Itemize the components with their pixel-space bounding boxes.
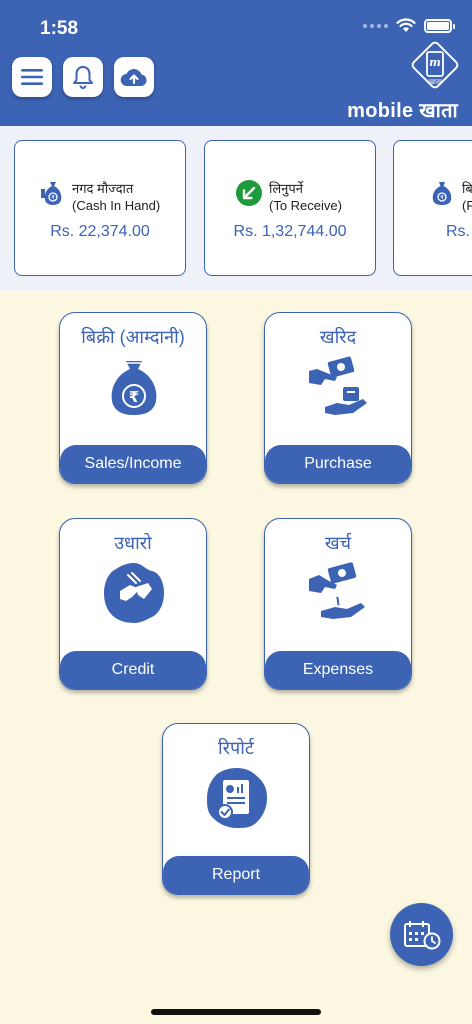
- report-tile[interactable]: रिपोर्ट Report: [162, 723, 310, 895]
- card-amount: Rs. 1,32,744.00: [233, 223, 347, 240]
- home-indicator: [151, 1009, 321, 1015]
- signal-icon: [363, 23, 388, 28]
- tile-label: Sales/Income: [60, 445, 206, 483]
- money-bag-rupee-icon: ₹: [111, 361, 157, 415]
- cloud-upload-button[interactable]: [114, 57, 154, 97]
- sales-income-tile[interactable]: बिक्री (आम्दानी) ₹ Sales/Income: [59, 312, 207, 484]
- hamburger-icon: [21, 69, 43, 85]
- svg-text:m: m: [429, 56, 441, 69]
- report-document-icon: [207, 768, 267, 828]
- svg-text:₹: ₹: [51, 195, 55, 202]
- card-label-np: लिनुपर्ने: [269, 181, 303, 196]
- to-receive-card[interactable]: लिनुपर्ने (To Receive) Rs. 1,32,744.00: [204, 140, 376, 276]
- tile-title-np: बिक्री (आम्दानी): [81, 327, 185, 347]
- card-label-np: नगद मौज्दात: [72, 181, 134, 196]
- svg-text:₹: ₹: [440, 195, 444, 202]
- card-amount: Rs.: [446, 223, 470, 240]
- card-label-en: (F: [462, 198, 472, 213]
- bell-icon: [73, 66, 93, 89]
- calendar-schedule-button[interactable]: [390, 903, 453, 966]
- wifi-icon: [396, 18, 416, 32]
- cloud-upload-icon: [120, 69, 147, 87]
- notifications-button[interactable]: [63, 57, 103, 97]
- tile-label: Report: [163, 856, 309, 894]
- tile-title-np: उधारो: [114, 533, 152, 553]
- money-bag-icon: ₹: [432, 182, 452, 205]
- status-time: 1:58: [40, 18, 79, 39]
- menu-button[interactable]: [12, 57, 52, 97]
- calendar-clock-icon: [403, 920, 440, 949]
- tile-title-np: खरिद: [319, 327, 357, 347]
- summary-card-partial[interactable]: ₹ बि (F Rs.: [393, 140, 472, 276]
- status-icons: [363, 18, 455, 33]
- tile-label: Expenses: [265, 651, 411, 689]
- tile-title-np: खर्च: [324, 533, 352, 553]
- purchase-exchange-icon: [309, 356, 367, 415]
- purchase-tile[interactable]: खरिद Purchase: [264, 312, 412, 484]
- arrow-down-left-icon: [236, 180, 262, 206]
- credit-tile[interactable]: उधारो Credit: [59, 518, 207, 690]
- summary-strip[interactable]: ₹ नगद मौज्दात (Cash In Hand) Rs. 22,374.…: [0, 126, 472, 291]
- card-label-np: बि: [462, 181, 472, 196]
- tile-label: Credit: [60, 651, 206, 689]
- brand-logo: m खाता: [410, 40, 460, 90]
- card-amount: Rs. 22,374.00: [50, 223, 150, 240]
- expenses-tile[interactable]: खर्च Expenses: [264, 518, 412, 690]
- battery-icon: [424, 18, 455, 33]
- brand-name: mobile खाता: [347, 100, 458, 122]
- tile-title-np: रिपोर्ट: [218, 738, 254, 758]
- card-label-en: (Cash In Hand): [72, 198, 161, 213]
- expense-hand-money-icon: [309, 562, 365, 619]
- tile-label: Purchase: [265, 445, 411, 483]
- svg-text:खाता: खाता: [428, 78, 442, 86]
- cash-in-hand-card[interactable]: ₹ नगद मौज्दात (Cash In Hand) Rs. 22,374.…: [14, 140, 186, 276]
- card-label-en: (To Receive): [269, 198, 342, 213]
- credit-handshake-icon: [104, 563, 164, 623]
- svg-text:₹: ₹: [129, 388, 139, 406]
- money-bag-icon: ₹: [41, 182, 62, 205]
- app-header: 1:58 m खाता mobile खाता: [0, 0, 472, 126]
